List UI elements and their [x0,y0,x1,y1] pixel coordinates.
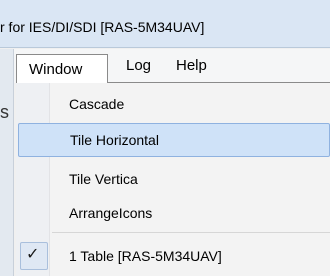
background-window-edge [0,49,14,276]
menu-window[interactable]: Window [16,54,108,83]
menu-item-arrange-icons[interactable]: ArrangeIcons [16,197,330,231]
menu-item-label: Tile Horizontal [70,132,159,148]
menu-item-label: ArrangeIcons [69,205,153,221]
menu-log[interactable]: Log [126,57,151,74]
menu-item-cascade[interactable]: Cascade [16,88,330,122]
menu-separator [52,232,330,233]
menu-item-tile-vertical[interactable]: Tile Vertica [16,163,330,197]
title-bar: r for IES/DI/SDI [RAS-5M34UAV] [0,0,330,48]
window-title: r for IES/DI/SDI [RAS-5M34UAV] [0,19,205,35]
menu-item-tile-horizontal[interactable]: Tile Horizontal [18,123,330,157]
background-glyph: s [0,102,9,122]
menu-item-label: 1 Table [RAS-5M34UAV] [69,248,222,264]
menu-item-table-window[interactable]: 1 Table [RAS-5M34UAV] [16,240,330,274]
menu-item-label: Cascade [69,96,125,112]
checkmark-icon: ✓ [26,246,40,263]
menu-help[interactable]: Help [176,57,207,74]
menu-item-label: Tile Vertica [69,171,138,187]
